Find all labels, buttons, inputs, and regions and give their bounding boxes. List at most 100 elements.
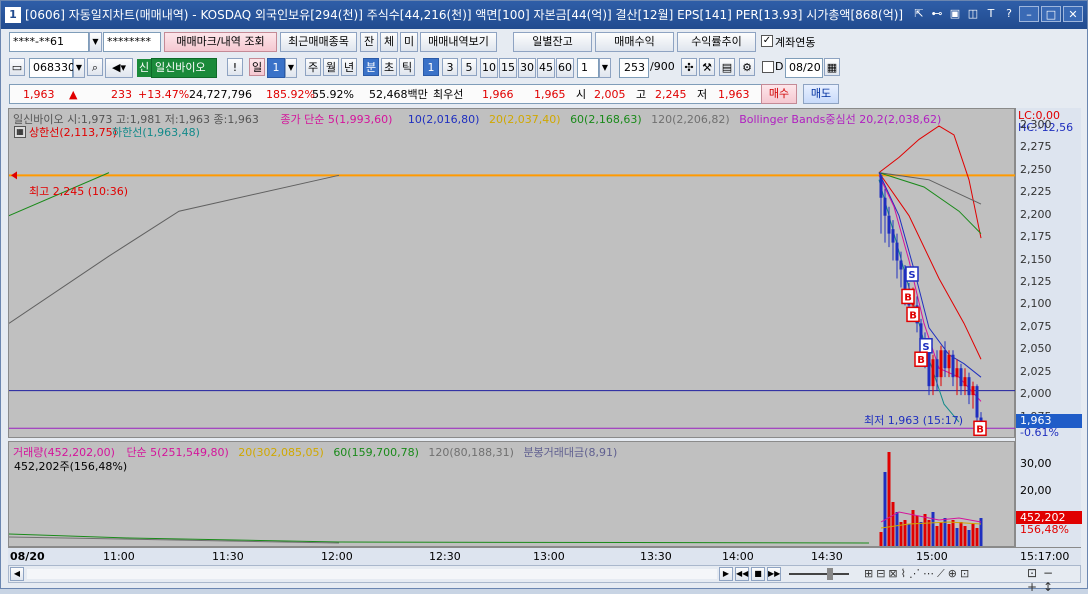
play-icon[interactable]: ▶▶ [767,567,781,581]
candle-body [939,350,943,378]
price-axis[interactable]: LC:0,00 HC:-12,56 2,300 2,275 2,250 2,225 2,… [1015,108,1082,547]
interval-30-button[interactable]: 30 [518,58,536,78]
screen-icon[interactable]: ▣ [947,6,963,22]
scroll-left-icon[interactable]: ◀ [10,567,24,581]
high-marker-label: 최고 2,245 (10:36) [29,185,129,198]
volume-bar [955,528,959,546]
help-icon[interactable]: ? [1001,6,1017,22]
scroll-track[interactable] [27,569,717,579]
executed-button[interactable]: 체 [380,32,398,52]
save-icon[interactable]: ▤ [719,58,735,76]
alert-button[interactable]: ! [227,58,243,76]
stock-code-input[interactable]: 068330 [29,58,75,78]
yield-trend-button[interactable]: 수익률추이 [677,32,756,52]
gear-icon[interactable]: ⚙ [739,58,755,76]
price-chart[interactable]: SBBSBB 일신바이오 시:1,973 고:1,981 저:1,963 종:1… [8,108,1016,438]
period-number-input[interactable]: 1 [267,58,285,78]
interval-45-button[interactable]: 45 [537,58,555,78]
zoom-slider-thumb[interactable] [827,568,833,580]
window-icon[interactable]: ◫ [965,6,981,22]
account-input[interactable]: ****-**61 [9,32,89,52]
interval-15-button[interactable]: 15 [499,58,517,78]
price-up-icon: ▲ [69,88,78,101]
buy-button[interactable]: 매수 [761,84,797,104]
period-minute-button[interactable]: 분 [363,58,379,76]
code-dropdown-icon[interactable]: ▼ [73,58,85,78]
daily-balance-button[interactable]: 일별잔고 [513,32,592,52]
password-input[interactable]: ******** [103,32,161,52]
price-axis-tick: 2,150 [1020,252,1052,266]
date-checkbox[interactable] [762,61,774,73]
volume-bar [891,502,895,546]
price-axis-tick: 2,000 [1020,387,1052,401]
title-bar: 1 [0606] 자동일지차트(매매내역) - KOSDAQ 외국인보유[294… [1,1,1087,29]
period-month-button[interactable]: 월 [323,58,339,76]
price-change-pct: +13.47% [138,88,190,101]
zoom-slider[interactable] [789,573,849,575]
price-axis-tick: 2,100 [1020,297,1052,311]
drawing-tools-icons[interactable]: ⊞⊟⊠⌇⋰⋯⟋⊕⊡ [864,567,972,581]
period-year-button[interactable]: 년 [341,58,357,76]
interval-10-button[interactable]: 10 [480,58,498,78]
sound-icon[interactable]: ◀▾ [105,58,133,78]
tools-icon[interactable]: ⚒ [699,58,715,76]
interval-select[interactable]: 1 [577,58,599,78]
close-icon[interactable]: ✕ [1063,6,1083,22]
interval-60-button[interactable]: 60 [556,58,574,78]
maximize-icon[interactable]: □ [1041,6,1061,22]
trade-profit-button[interactable]: 매매수익 [595,32,674,52]
minimize-icon[interactable]: – [1019,6,1039,22]
trade-mark-label: B [904,292,912,303]
scroll-right-icon[interactable]: ▶ [719,567,733,581]
search-icon[interactable]: ⌕ [87,58,103,76]
calendar-icon[interactable]: ▦ [824,58,840,76]
period-week-button[interactable]: 주 [305,58,321,76]
candle-body [891,229,895,243]
time-tick: 14:00 [722,550,754,563]
account-dropdown-icon[interactable]: ▼ [89,32,102,52]
interval-1-button[interactable]: 1 [423,58,439,76]
stock-name-field[interactable]: 일신바이오 [151,58,217,78]
chart-scrollbar[interactable]: ◀ ▶ ◀◀ ■ ▶▶ ⊞⊟⊠⌇⋰⋯⟋⊕⊡ ⊡−+↕ [8,565,1081,594]
volume-chart[interactable]: 거래량(452,202,00) 단순 5(251,549,80) 20(302,… [8,441,1015,547]
date-input[interactable]: 08/20 [785,58,823,78]
calendar-icon[interactable]: ▦ [14,126,26,138]
price-axis-tick: 2,200 [1020,207,1052,221]
chain-icon[interactable]: ⊷ [929,6,945,22]
window-number: 1 [5,7,21,23]
volume-bar [907,524,911,546]
period-day-button[interactable]: 일 [249,58,265,76]
time-axis[interactable]: 08/20 11:00 11:30 12:00 12:30 13:00 13:3… [8,547,1081,565]
recent-trades-button[interactable]: 최근매매종목 [280,32,357,52]
interval-5-button[interactable]: 5 [461,58,477,76]
interval-dropdown-icon[interactable]: ▼ [599,58,611,78]
zoom-controls-icons[interactable]: ⊡−+↕ [1027,566,1080,594]
price-axis-tick: 2,025 [1020,364,1052,378]
crosshair-icon[interactable]: ✣ [681,58,697,76]
volume-bar [931,512,935,546]
ma60-right-line [878,172,982,234]
volume-bar [959,522,963,546]
interval-3-button[interactable]: 3 [442,58,458,76]
trade-view-button[interactable]: 매매내역보기 [420,32,497,52]
balance-button[interactable]: 잔 [360,32,378,52]
unexecuted-button[interactable]: 미 [400,32,418,52]
trade-mark-query-button[interactable]: 매매마크/내역 조회 [164,32,277,52]
period-second-button[interactable]: 초 [381,58,397,76]
candle-body [943,350,947,369]
account-link-checkbox[interactable]: ✓ [761,35,773,47]
stop-icon[interactable]: ■ [751,567,765,581]
bar-count-input[interactable]: 253 [619,58,649,78]
rewind-icon[interactable]: ◀◀ [735,567,749,581]
time-tick: 15:17:00 [1020,550,1070,563]
panel-icon[interactable]: ▭ [9,58,25,76]
link-icon[interactable]: ⇱ [911,6,927,22]
volume-bar [903,520,907,546]
period-dropdown-icon[interactable]: ▼ [285,58,297,78]
volume-bar [939,522,943,546]
period-tick-button[interactable]: 틱 [399,58,415,76]
sell-button[interactable]: 매도 [803,84,839,104]
time-tick: 13:30 [640,550,672,563]
font-icon[interactable]: T [983,6,999,22]
volume: 24,727,796 [189,88,252,101]
